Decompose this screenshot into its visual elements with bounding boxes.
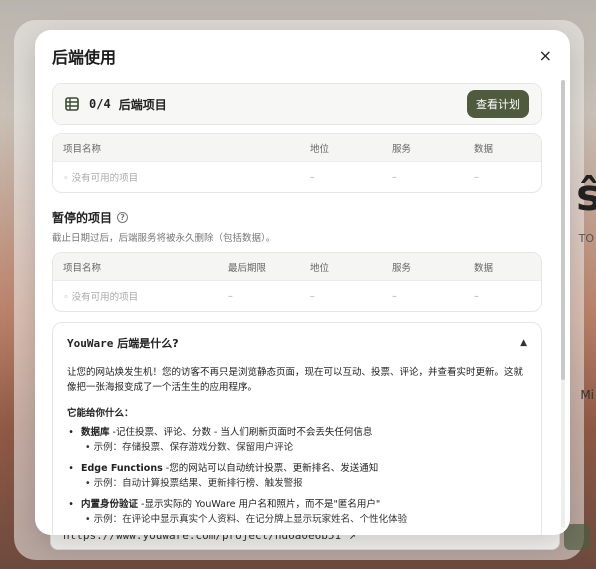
capabilities-title: 它能给你什么： <box>67 408 134 419</box>
table-header: 项目名称 最后期限 地位 服务 数据 <box>53 253 541 281</box>
paused-projects-description: 截止日期过后，后端服务将被永久删除（包括数据）。 <box>52 233 276 244</box>
column-header: 最后期限 <box>228 262 267 274</box>
backend-usage-modal: 后端使用 × 0/4 后端项目 查看计划 项目名称 地位 服务 数据 ◦ 没有可… <box>35 30 570 535</box>
background-text-2: Mi <box>580 388 594 402</box>
background-action-button[interactable] <box>564 524 590 550</box>
column-header: 项目名称 <box>63 143 102 155</box>
active-project-count: 0/4 <box>89 97 111 111</box>
about-title-brand: YouWare <box>67 337 114 350</box>
background-glyph: ŝ <box>576 170 596 221</box>
about-header[interactable]: YouWare 后端是什么? ▲ <box>67 335 527 351</box>
column-header: 服务 <box>392 262 412 274</box>
feature-example: • 示例：在评论中显示真实个人资料、在记分牌上显示玩家姓名、个性化体验 <box>85 514 408 525</box>
feature-name: Edge Functions <box>81 463 163 474</box>
background-text-1: TO <box>578 232 594 245</box>
paused-projects-table: 项目名称 最后期限 地位 服务 数据 ◦ 没有可用的项目 – – – – <box>52 252 542 312</box>
column-header: 地位 <box>310 262 330 274</box>
about-backend-section: YouWare 后端是什么? ▲ 让您的网站焕发生机！您的访客不再只是浏览静态页… <box>52 322 542 535</box>
column-header: 服务 <box>392 143 412 155</box>
column-header: 数据 <box>474 143 494 155</box>
column-header: 数据 <box>474 262 494 274</box>
table-cell: – <box>310 171 315 183</box>
table-row: ◦ 没有可用的项目 – – – <box>53 162 541 192</box>
table-cell: ◦ 没有可用的项目 <box>63 292 139 303</box>
feature-item: • 数据库 -记住投票、评论、分数 - 当人们刷新页面时不会丢失任何信息 • 示例… <box>67 425 527 455</box>
scrollbar[interactable] <box>561 80 565 528</box>
feature-desc: -显示实际的 YouWare 用户名和照片，而不是"匿名用户" <box>138 499 381 510</box>
active-projects-table: 项目名称 地位 服务 数据 ◦ 没有可用的项目 – – – <box>52 133 542 193</box>
active-projects-label: 后端项目 <box>118 97 167 112</box>
paused-projects-title: 暂停的项目 ? <box>52 209 542 226</box>
view-plan-button[interactable]: 查看计划 <box>467 90 529 118</box>
database-icon <box>65 97 79 111</box>
table-cell: ◦ 没有可用的项目 <box>63 173 139 184</box>
table-cell: – <box>474 171 479 183</box>
modal-title: 后端使用 <box>52 48 117 67</box>
scrollbar-thumb[interactable] <box>561 80 565 380</box>
table-cell: – <box>228 290 233 302</box>
active-projects-header: 0/4 后端项目 查看计划 <box>53 84 541 124</box>
table-cell: – <box>392 171 397 183</box>
collapse-icon[interactable]: ▲ <box>520 338 527 348</box>
table-row: ◦ 没有可用的项目 – – – – <box>53 281 541 311</box>
about-title: YouWare 后端是什么? <box>67 335 179 351</box>
column-header: 项目名称 <box>63 262 102 274</box>
table-cell: – <box>474 290 479 302</box>
feature-name: 内置身份验证 <box>81 499 139 510</box>
paused-projects-label: 暂停的项目 <box>52 211 113 225</box>
about-intro: 让您的网站焕发生机！您的访客不再只是浏览静态页面，现在可以互动、投票、评论，并查… <box>67 367 524 393</box>
about-title-rest: 后端是什么? <box>113 337 179 350</box>
feature-example: • 示例：自动计算投票结果、更新排行榜、触发警报 <box>85 478 303 489</box>
feature-item: • 内置身份验证 -显示实际的 YouWare 用户名和照片，而不是"匿名用户" … <box>67 497 527 527</box>
feature-name: 数据库 <box>81 427 110 438</box>
table-cell: – <box>310 290 315 302</box>
feature-desc: -您的网站可以自动统计投票、更新排名、发送通知 <box>162 463 379 474</box>
table-cell: – <box>392 290 397 302</box>
close-icon[interactable]: × <box>539 48 552 64</box>
feature-desc: -记住投票、评论、分数 - 当人们刷新页面时不会丢失任何信息 <box>109 427 373 438</box>
help-icon[interactable]: ? <box>117 212 129 223</box>
feature-example: • 示例：存储投票、保存游戏分数、保留用户评论 <box>85 442 294 453</box>
modal-content: 0/4 后端项目 查看计划 项目名称 地位 服务 数据 ◦ 没有可用的项目 – … <box>52 83 542 535</box>
column-header: 地位 <box>310 143 330 155</box>
feature-item: • Edge Functions -您的网站可以自动统计投票、更新排名、发送通知 … <box>67 461 527 491</box>
table-header: 项目名称 地位 服务 数据 <box>53 134 541 162</box>
active-projects-card: 0/4 后端项目 查看计划 <box>52 83 542 125</box>
